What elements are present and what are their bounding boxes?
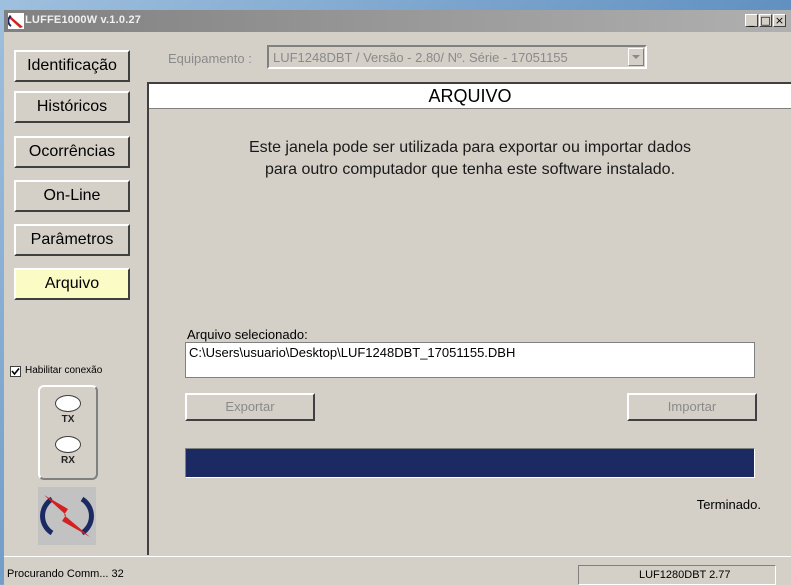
checkmark-icon — [11, 367, 20, 376]
lightning-logo-icon — [40, 495, 94, 537]
rx-led-icon — [55, 436, 81, 453]
nav-parametros-button[interactable]: Parâmetros — [14, 224, 130, 256]
equipment-select[interactable]: LUF1248DBT / Versão - 2.80/ Nº. Série - … — [267, 45, 647, 69]
enable-connection-label: Habilitar conexão — [25, 365, 103, 376]
close-button[interactable]: × — [773, 14, 786, 27]
nav-arquivo-button[interactable]: Arquivo — [14, 268, 130, 300]
app-window: LUFFE1000W v.1.0.27 _ □ × Identificação … — [4, 10, 791, 585]
equipment-label: Equipamento : — [168, 51, 252, 66]
description-line-2: para outro computador que tenha este sof… — [264, 161, 676, 178]
panel-title: ARQUIVO — [149, 84, 791, 109]
status-bar: Procurando Comm... 32 LUF1280DBT 2.77 — [4, 556, 791, 585]
nav-historicos-button[interactable]: Históricos — [14, 91, 130, 123]
export-button[interactable]: Exportar — [185, 393, 315, 421]
chevron-down-icon — [632, 55, 640, 59]
tx-rx-indicator: TX RX — [38, 385, 98, 480]
equipment-dropdown-button[interactable] — [628, 48, 644, 66]
description-line-1: Este janela pode ser utilizada para expo… — [248, 139, 692, 156]
file-path-value: C:\Users\usuario\Desktop\LUF1248DBT_1705… — [189, 345, 516, 360]
company-logo — [38, 487, 96, 545]
status-right-panel: LUF1280DBT 2.77 — [578, 565, 776, 585]
nav-ocorrencias-button[interactable]: Ocorrências — [14, 136, 130, 168]
nav-identificacao-button[interactable]: Identificação — [14, 50, 130, 82]
progress-bar — [185, 448, 755, 478]
file-label: Arquivo selecionado: — [187, 327, 308, 342]
rx-label: RX — [61, 455, 75, 466]
status-left: Procurando Comm... 32 — [7, 568, 124, 580]
tx-label: TX — [61, 414, 75, 425]
minimize-button[interactable]: _ — [745, 14, 758, 27]
status-text: Terminado. — [696, 497, 761, 512]
progress-fill — [186, 449, 754, 477]
maximize-button[interactable]: □ — [759, 14, 772, 27]
title-bar[interactable]: LUFFE1000W v.1.0.27 _ □ × — [4, 10, 791, 32]
app-logo-icon — [8, 13, 24, 29]
file-path-field[interactable]: C:\Users\usuario\Desktop\LUF1248DBT_1705… — [185, 342, 755, 378]
import-button[interactable]: Importar — [627, 393, 757, 421]
tx-led-icon — [55, 395, 81, 412]
window-title: LUFFE1000W v.1.0.27 — [25, 14, 142, 26]
status-right: LUF1280DBT 2.77 — [639, 569, 731, 581]
checkbox-box[interactable] — [10, 366, 21, 377]
arquivo-panel: ARQUIVO Este janela pode ser utilizada p… — [147, 82, 791, 555]
equipment-selected-value: LUF1248DBT / Versão - 2.80/ Nº. Série - … — [273, 50, 568, 65]
nav-online-button[interactable]: On-Line — [14, 180, 130, 212]
